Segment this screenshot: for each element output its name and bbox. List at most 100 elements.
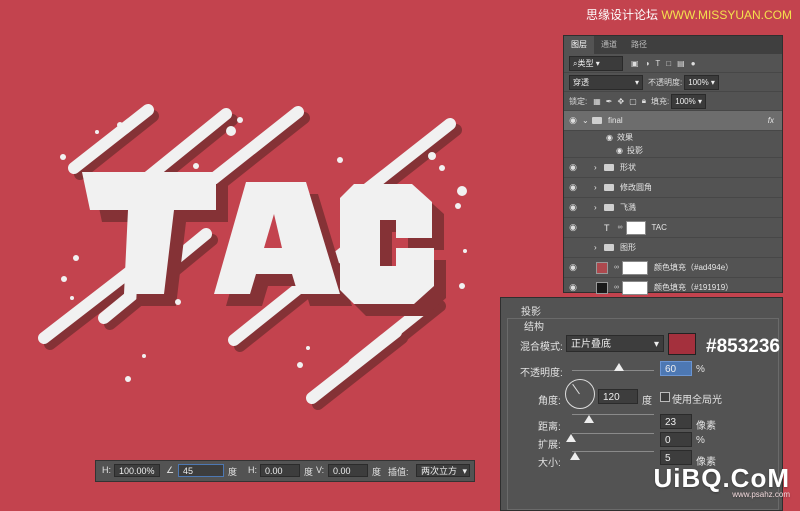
size-slider-track[interactable]	[572, 451, 654, 452]
chevron-right-icon[interactable]: ›	[594, 183, 604, 192]
link-icon[interactable]: ∞	[614, 264, 619, 271]
type-filter-icon[interactable]: T	[655, 59, 660, 68]
bottom-watermark: UiBQ.CoM www.psahz.com	[653, 463, 790, 499]
canvas-artwork	[38, 104, 467, 410]
spread-slider-track[interactable]	[572, 433, 654, 434]
interpolation-label: 插值:	[388, 467, 409, 477]
chevron-down-icon[interactable]: ⌄	[582, 116, 592, 125]
blend-mode-select[interactable]: 正片叠底 ▾	[566, 335, 664, 352]
lock-all-icon[interactable]: 🔒︎	[642, 96, 646, 106]
layer-name: 颜色填充（#191919）	[654, 283, 734, 292]
dialog-title: 投影	[521, 307, 541, 318]
layer-fill-191919[interactable]: ◉ ∞ 颜色填充（#191919）	[564, 278, 782, 298]
size-slider-thumb[interactable]	[570, 452, 580, 460]
layer-splash[interactable]: ◉ › 飞溅	[564, 198, 782, 218]
layers-tabs: 图层 通道 路径	[564, 36, 782, 54]
layer-fill-ad494e[interactable]: ◉ ∞ 颜色填充（#ad494e）	[564, 258, 782, 278]
angle-field[interactable]: 120	[598, 389, 638, 404]
layer-final[interactable]: ◉ ⌄ final fx	[564, 111, 782, 131]
blend-mode-value: 穿透	[573, 77, 589, 87]
watermark-logo: UiBQ.CoM	[653, 463, 790, 493]
lock-move-icon[interactable]: ✥	[618, 97, 625, 106]
tab-layers[interactable]: 图层	[564, 36, 594, 54]
v-skew-label: V:	[316, 465, 325, 475]
filter-kind-select[interactable]: ⌕类型 ▾	[569, 55, 623, 71]
lock-artboard-icon[interactable]: ▢	[629, 97, 637, 106]
filter-toggle-icon[interactable]: ●	[691, 59, 696, 68]
eye-icon[interactable]: ◉	[564, 222, 582, 233]
lock-pixels-icon[interactable]: ▦	[593, 97, 601, 106]
spread-field[interactable]: 0	[660, 432, 692, 447]
fill-field[interactable]: 100% ▾	[671, 93, 706, 109]
v-skew-field[interactable]: 0.00	[328, 464, 368, 477]
spread-slider-thumb[interactable]	[566, 434, 576, 442]
layer-shapes[interactable]: ◉ › 形状	[564, 158, 782, 178]
chevron-down-icon: ▾	[462, 466, 467, 476]
chevron-right-icon[interactable]: ›	[594, 243, 604, 252]
fx-icon[interactable]: fx	[768, 116, 774, 125]
image-filter-icon[interactable]: ▣	[631, 59, 639, 68]
eye-icon[interactable]: ◉	[564, 202, 582, 213]
tab-paths[interactable]: 路径	[624, 36, 654, 54]
blend-mode-select[interactable]: 穿透 ▾	[569, 74, 643, 90]
opacity-slider-track[interactable]	[572, 370, 654, 371]
layer-tac-text[interactable]: ◉ T ∞ TAC	[564, 218, 782, 238]
eye-icon[interactable]: ◉	[564, 282, 582, 293]
interpolation-select[interactable]: 两次立方 ▾	[416, 464, 470, 477]
interpolation-value: 两次立方	[421, 466, 458, 476]
chevron-right-icon[interactable]: ›	[594, 203, 604, 212]
lock-label: 锁定:	[569, 96, 588, 106]
rotate-angle-unit: 度	[228, 467, 238, 477]
opacity-field[interactable]: 100% ▾	[684, 74, 719, 90]
eye-icon[interactable]: ◉	[564, 262, 582, 273]
tab-channels[interactable]: 通道	[594, 36, 624, 54]
chevron-down-icon: ▾	[653, 339, 659, 350]
shadow-color-swatch[interactable]	[668, 333, 696, 355]
opacity-label: 不透明度:	[648, 77, 683, 87]
layer-name: 颜色填充（#ad494e）	[654, 263, 734, 272]
folder-icon	[592, 117, 602, 124]
eye-icon[interactable]: ◉	[564, 115, 582, 126]
distance-slider-thumb[interactable]	[584, 415, 594, 423]
adjustment-filter-icon[interactable]: ◑	[645, 59, 650, 68]
angle-icon: ∠	[166, 465, 175, 475]
angle-dial[interactable]	[565, 379, 595, 409]
layer-name: 修改圆角	[620, 183, 652, 192]
angle-needle	[572, 383, 580, 395]
folder-icon	[604, 204, 614, 211]
link-icon[interactable]: ∞	[618, 224, 623, 231]
layer-name: 形状	[620, 163, 636, 172]
distance-field[interactable]: 23	[660, 414, 692, 429]
chevron-right-icon[interactable]: ›	[594, 163, 604, 172]
blend-mode-value: 正片叠底	[571, 339, 611, 350]
layer-round-corners[interactable]: ◉ › 修改圆角	[564, 178, 782, 198]
shape-filter-icon[interactable]: □	[666, 59, 671, 68]
fill-value: 100%	[675, 96, 696, 106]
distance-label: 距离:	[538, 422, 561, 433]
eye-icon[interactable]: ◉	[616, 146, 623, 155]
link-icon[interactable]: ∞	[614, 284, 619, 291]
layer-effects[interactable]: ◉ 效果	[564, 131, 782, 144]
v-skew-unit: 度	[372, 467, 382, 477]
global-light-checkbox[interactable]	[660, 392, 670, 402]
rotate-angle-field[interactable]: 45	[178, 464, 224, 477]
spread-label: 扩展:	[538, 440, 561, 451]
eye-icon[interactable]: ◉	[606, 133, 613, 142]
lock-paint-icon[interactable]: ✒	[606, 97, 613, 106]
folder-icon	[604, 184, 614, 191]
h-percent-label: H:	[102, 465, 111, 475]
fill-swatch	[596, 281, 608, 294]
opacity-field[interactable]: 60	[660, 361, 692, 376]
h-skew-field[interactable]: 0.00	[260, 464, 300, 477]
eye-icon[interactable]: ◉	[564, 182, 582, 193]
eye-icon[interactable]: ◉	[564, 162, 582, 173]
filter-kind-label: 类型	[577, 58, 594, 68]
smartobject-filter-icon[interactable]: ▤	[677, 59, 685, 68]
layer-graphics[interactable]: › 图形	[564, 238, 782, 258]
transform-options-bar: H: 100.00% ∠ 45 度 H: 0.00 度 V: 0.00 度 插值…	[95, 460, 475, 482]
layer-name: final	[608, 116, 623, 125]
mask-thumbnail	[622, 260, 648, 275]
opacity-slider-thumb[interactable]	[614, 363, 624, 371]
layer-effect-dropshadow[interactable]: ◉ 投影	[564, 144, 782, 158]
h-percent-field[interactable]: 100.00%	[114, 464, 160, 477]
